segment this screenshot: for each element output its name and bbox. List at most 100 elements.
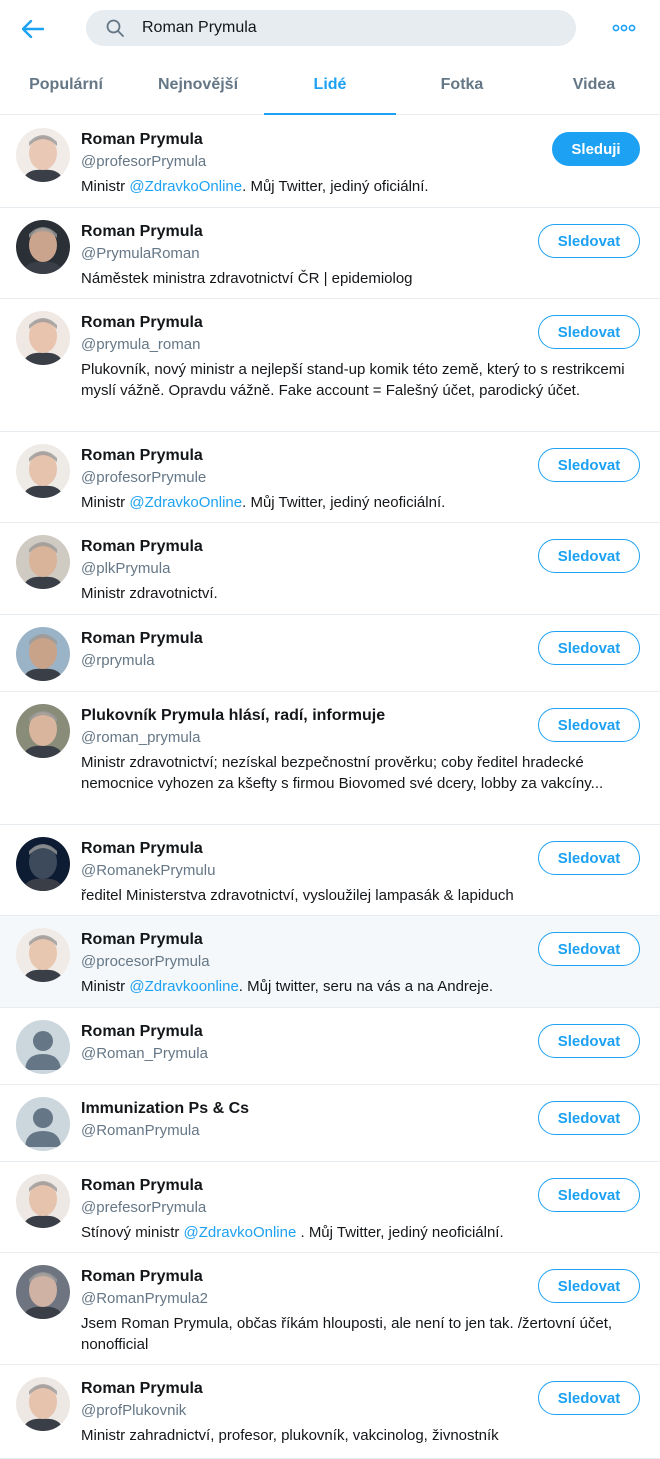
- avatar[interactable]: [16, 1377, 70, 1431]
- user-name[interactable]: Roman Prymula: [81, 446, 203, 466]
- user-handle: @plkPrymula: [81, 560, 171, 577]
- user-row[interactable]: Roman Prymula @profesorPrymule Ministr @Zd…: [0, 432, 660, 523]
- user-row[interactable]: Roman Prymula @RomanekPrymulu ředitel Mini…: [0, 825, 660, 916]
- search-tabs: Populární Nejnovější Lidé Fotka Videa: [0, 56, 660, 115]
- user-row[interactable]: Roman Prymula @prymula_roman Plukovník, no…: [0, 299, 660, 432]
- search-box[interactable]: [86, 10, 576, 46]
- follow-button[interactable]: Sledovat: [538, 631, 640, 665]
- avatar[interactable]: [16, 444, 70, 498]
- follow-button[interactable]: Sledovat: [538, 1101, 640, 1135]
- user-row[interactable]: Plukovník Prymula hlásí, radí, informuje…: [0, 692, 660, 825]
- bio-text: Náměstek ministra zdravotnictví ČR | epi…: [81, 270, 413, 287]
- bio-mention-link[interactable]: @ZdravkoOnline: [184, 1224, 297, 1241]
- user-bio: Náměstek ministra zdravotnictví ČR | epi…: [81, 268, 641, 289]
- avatar[interactable]: [16, 128, 70, 182]
- user-results-list: Roman Prymula @profesorPrymula Ministr @Zd…: [0, 116, 660, 1459]
- bio-text: . Můj Twitter, jediný neoficiální.: [296, 1224, 504, 1241]
- follow-button[interactable]: Sledovat: [538, 315, 640, 349]
- user-row[interactable]: Immunization Ps & Cs @RomanPrymula Sledova…: [0, 1085, 660, 1162]
- user-name[interactable]: Roman Prymula: [81, 930, 203, 950]
- user-bio: Ministr zahradnictví, profesor, plukovní…: [81, 1425, 641, 1446]
- following-button[interactable]: Sleduji: [552, 132, 640, 166]
- user-handle: @RomanPrymula2: [81, 1290, 208, 1307]
- user-handle: @RomanekPrymulu: [81, 862, 216, 879]
- tab-videos[interactable]: Videa: [528, 56, 660, 114]
- follow-button[interactable]: Sledovat: [538, 708, 640, 742]
- follow-button[interactable]: Sledovat: [538, 1381, 640, 1415]
- follow-button[interactable]: Sledovat: [538, 932, 640, 966]
- bio-mention-link[interactable]: @ZdravkoOnline: [129, 494, 242, 511]
- user-bio: Stínový ministr @ZdravkoOnline . Můj Twi…: [81, 1222, 641, 1243]
- tab-people[interactable]: Lidé: [264, 56, 396, 115]
- user-handle: @procesorPrymula: [81, 953, 210, 970]
- back-arrow-icon[interactable]: [14, 12, 52, 46]
- user-name[interactable]: Roman Prymula: [81, 1379, 203, 1399]
- bio-text: . Můj Twitter, jediný neoficiální.: [242, 494, 446, 511]
- follow-button[interactable]: Sledovat: [538, 841, 640, 875]
- user-handle: @RomanPrymula: [81, 1122, 200, 1139]
- top-bar: [0, 0, 660, 56]
- user-bio: Plukovník, nový ministr a nejlepší stand…: [81, 359, 641, 401]
- user-name[interactable]: Roman Prymula: [81, 1176, 203, 1196]
- user-row[interactable]: Roman Prymula @Roman_Prymula Sledovat: [0, 1008, 660, 1085]
- bio-text: Jsem Roman Prymula, občas říkám hloupost…: [81, 1315, 613, 1353]
- bio-mention-link[interactable]: @ZdravkoOnline: [129, 178, 242, 195]
- user-row[interactable]: Roman Prymula @procesorPrymula Ministr @Zd…: [0, 916, 660, 1008]
- user-bio: Ministr @ZdravkoOnline. Můj Twitter, jed…: [81, 492, 641, 513]
- user-row[interactable]: Roman Prymula @prefesorPrymula Stínový min…: [0, 1162, 660, 1253]
- default-avatar-icon[interactable]: [16, 1097, 70, 1151]
- avatar[interactable]: [16, 1265, 70, 1319]
- user-row[interactable]: Roman Prymula @profesorPrymula Ministr @Zd…: [0, 116, 660, 208]
- user-row[interactable]: Roman Prymula @profPlukovnik Ministr zahra…: [0, 1365, 660, 1459]
- tab-latest[interactable]: Nejnovější: [132, 56, 264, 114]
- user-handle: @profPlukovnik: [81, 1402, 187, 1419]
- user-row[interactable]: Roman Prymula @PrymulaRoman Náměstek minis…: [0, 208, 660, 299]
- avatar[interactable]: [16, 704, 70, 758]
- bio-text: . Můj twitter, seru na vás a na Andreje.: [238, 978, 494, 995]
- follow-button[interactable]: Sledovat: [538, 1178, 640, 1212]
- bio-text: Plukovník, nový ministr a nejlepší stand…: [81, 361, 625, 399]
- user-name[interactable]: Roman Prymula: [81, 313, 203, 333]
- user-row[interactable]: Roman Prymula @plkPrymula Ministr zdravotn…: [0, 523, 660, 615]
- follow-button[interactable]: Sledovat: [538, 539, 640, 573]
- avatar[interactable]: [16, 535, 70, 589]
- bio-text: . Můj Twitter, jediný oficiální.: [242, 178, 429, 195]
- avatar[interactable]: [16, 928, 70, 982]
- tab-popular[interactable]: Populární: [0, 56, 132, 114]
- user-handle: @prymula_roman: [81, 336, 201, 353]
- user-name[interactable]: Plukovník Prymula hlásí, radí, informuje: [81, 706, 385, 726]
- tab-photos[interactable]: Fotka: [396, 56, 528, 114]
- avatar[interactable]: [16, 627, 70, 681]
- user-name[interactable]: Immunization Ps & Cs: [81, 1099, 249, 1119]
- user-handle: @PrymulaRoman: [81, 245, 200, 262]
- bio-text: Ministr: [81, 494, 130, 511]
- user-handle: @roman_prymula: [81, 729, 201, 746]
- user-name[interactable]: Roman Prymula: [81, 222, 203, 242]
- user-name[interactable]: Roman Prymula: [81, 537, 203, 557]
- user-name[interactable]: Roman Prymula: [81, 1022, 203, 1042]
- bio-mention-link[interactable]: @Zdravkoonline: [129, 978, 238, 995]
- follow-button[interactable]: Sledovat: [538, 448, 640, 482]
- bio-text: Ministr zdravotnictví; nezískal bezpečno…: [81, 754, 604, 792]
- follow-button[interactable]: Sledovat: [538, 224, 640, 258]
- user-name[interactable]: Roman Prymula: [81, 130, 203, 150]
- avatar[interactable]: [16, 837, 70, 891]
- more-options-icon[interactable]: [604, 16, 644, 40]
- user-bio: Jsem Roman Prymula, občas říkám hloupost…: [81, 1313, 641, 1355]
- default-avatar-icon[interactable]: [16, 1020, 70, 1074]
- user-name[interactable]: Roman Prymula: [81, 839, 203, 859]
- user-bio: Ministr zdravotnictví; nezískal bezpečno…: [81, 752, 641, 794]
- user-row[interactable]: Roman Prymula @rprymula Sledovat: [0, 615, 660, 692]
- user-handle: @Roman_Prymula: [81, 1045, 208, 1062]
- bio-text: ředitel Ministerstva zdravotnictví, vysl…: [81, 887, 514, 904]
- user-row[interactable]: Roman Prymula @RomanPrymula2 Jsem Roman Pr…: [0, 1253, 660, 1365]
- avatar[interactable]: [16, 1174, 70, 1228]
- follow-button[interactable]: Sledovat: [538, 1024, 640, 1058]
- search-input[interactable]: [142, 10, 562, 46]
- avatar[interactable]: [16, 220, 70, 274]
- bio-text: Ministr zdravotnictví.: [81, 585, 218, 602]
- user-name[interactable]: Roman Prymula: [81, 629, 203, 649]
- user-name[interactable]: Roman Prymula: [81, 1267, 203, 1287]
- avatar[interactable]: [16, 311, 70, 365]
- follow-button[interactable]: Sledovat: [538, 1269, 640, 1303]
